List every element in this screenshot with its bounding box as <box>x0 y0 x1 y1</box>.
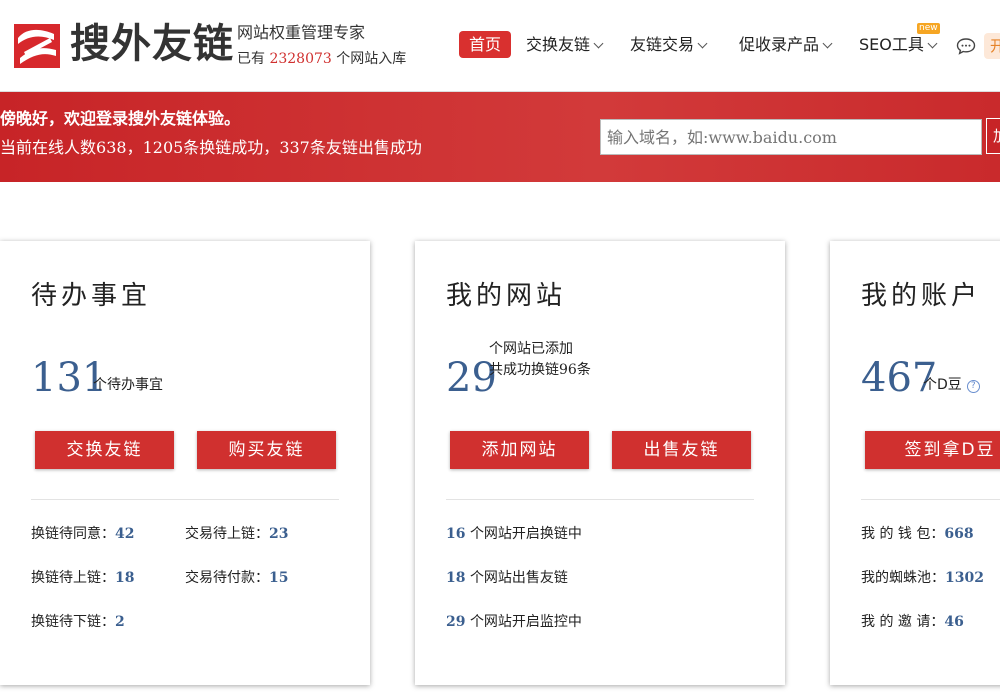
checkin-button[interactable]: 签到拿D豆 <box>865 431 1000 469</box>
nav-indexing-products-label: 促收录产品 <box>739 35 820 54</box>
my-account-card-title: 我的账户 <box>861 281 982 311</box>
stat-label: 我 的 邀 请： <box>861 614 945 630</box>
sites-unit: 个网站已添加 共成功换链96条 <box>489 339 591 381</box>
stat-value: 42 <box>115 526 135 542</box>
divider <box>861 499 1000 500</box>
stat-exchange-pending-link[interactable]: 换链待上链：18 <box>31 568 134 588</box>
site-count-prefix: 已有 <box>237 51 265 67</box>
stat-exchange-pending-approval[interactable]: 换链待同意：42 <box>31 524 134 544</box>
stat-label: 换链待上链： <box>31 570 115 586</box>
stats-mid: 条换链成功， <box>183 138 280 157</box>
todo-card-title: 待办事宜 <box>31 281 152 311</box>
divider <box>31 499 339 500</box>
add-domain-button[interactable]: 加 <box>986 118 1000 154</box>
add-site-button[interactable]: 添加网站 <box>450 431 589 469</box>
chevron-down-icon <box>697 38 708 49</box>
stat-wallet[interactable]: 我 的 钱 包：668 <box>861 524 974 544</box>
stat-label: 换链待下链： <box>31 614 115 630</box>
my-account-card: 我的账户 467 个D豆? 签到拿D豆 我 的 钱 包：668 我的蜘蛛池：13… <box>830 241 1000 685</box>
brand-name[interactable]: 搜外友链 <box>70 18 234 70</box>
stat-value: 46 <box>944 614 964 630</box>
divider <box>446 499 754 500</box>
sites-exchanged-prefix: 共成功换链 <box>489 362 559 378</box>
brand-slogan: 网站权重管理专家 <box>237 23 366 42</box>
nav-exchange-links-label: 交换友链 <box>526 35 591 54</box>
stat-value: 16 <box>446 526 466 542</box>
my-sites-card-title: 我的网站 <box>446 281 567 311</box>
stat-invites[interactable]: 我 的 邀 请：46 <box>861 612 964 632</box>
stat-sites-monitoring[interactable]: 29 个网站开启监控中 <box>446 612 582 632</box>
stat-value: 29 <box>446 614 466 630</box>
stat-label: 我 的 钱 包： <box>861 526 945 542</box>
new-badge: new <box>917 23 940 34</box>
nav-home[interactable]: 首页 <box>459 31 512 58</box>
logo-icon[interactable] <box>14 24 60 68</box>
nav-indexing-products[interactable]: 促收录产品 <box>739 31 833 58</box>
domain-search-input[interactable] <box>600 119 982 155</box>
site-stats: 当前在线人数638，1205条换链成功，337条友链出售成功 <box>0 136 422 160</box>
chevron-down-icon <box>822 38 833 49</box>
stat-label: 我的蜘蛛池： <box>861 570 945 586</box>
site-count-number: 2328073 <box>269 51 332 67</box>
stat-label: 换链待同意： <box>31 526 115 542</box>
nav-link-trade[interactable]: 友链交易 <box>630 31 708 58</box>
stat-label: 个网站开启换链中 <box>469 526 582 542</box>
sell-links-button[interactable]: 出售友链 <box>612 431 751 469</box>
my-sites-card: 我的网站 29 个网站已添加 共成功换链96条 添加网站 出售友链 16 个网站… <box>415 241 785 685</box>
welcome-banner: 傍晚好，欢迎登录搜外友链体验。 当前在线人数638，1205条换链成功，337条… <box>0 92 1000 182</box>
chevron-down-icon <box>593 38 604 49</box>
site-count-text: 已有 2328073 个网站入库 <box>237 48 406 70</box>
todo-unit: 个待办事宜 <box>93 377 163 393</box>
nav-link-trade-label: 友链交易 <box>630 35 695 54</box>
buy-links-button[interactable]: 购买友链 <box>197 431 336 469</box>
stat-value: 1302 <box>945 570 984 586</box>
chevron-down-icon <box>927 38 938 49</box>
sites-added-label: 个网站已添加 <box>489 341 573 357</box>
stat-label: 个网站出售友链 <box>469 570 568 586</box>
stat-spider-pool[interactable]: 我的蜘蛛池：1302 <box>861 568 984 588</box>
nav-exchange-links[interactable]: 交换友链 <box>526 31 604 58</box>
stat-value: 18 <box>115 570 135 586</box>
help-icon[interactable]: ? <box>966 380 980 393</box>
online-count: 638 <box>96 138 127 157</box>
stats-suffix: 条友链出售成功 <box>309 138 422 157</box>
stat-value: 18 <box>446 570 466 586</box>
site-count-suffix: 个网站入库 <box>336 51 407 67</box>
d-bean-unit: 个D豆? <box>923 375 980 395</box>
stat-value: 15 <box>269 570 289 586</box>
stat-value: 2 <box>115 614 125 630</box>
exchange-links-button[interactable]: 交换友链 <box>35 431 174 469</box>
stat-sites-exchanging[interactable]: 16 个网站开启换链中 <box>446 524 582 544</box>
sold-count: 337 <box>279 138 310 157</box>
sites-exchanged-suffix: 条 <box>576 362 591 378</box>
stats-sep: ， <box>126 138 143 157</box>
welcome-message: 傍晚好，欢迎登录搜外友链体验。 <box>0 109 241 128</box>
d-bean-unit-label: 个D豆 <box>923 377 962 393</box>
stat-trade-pending-link[interactable]: 交易待上链：23 <box>185 524 288 544</box>
stat-label: 交易待付款： <box>185 570 269 586</box>
top-header: 搜外友链 网站权重管理专家 已有 2328073 个网站入库 首页 交换友链 友… <box>0 0 1000 92</box>
stat-exchange-pending-unlink[interactable]: 换链待下链：2 <box>31 612 125 632</box>
stat-label: 个网站开启监控中 <box>469 614 582 630</box>
stat-trade-pending-payment[interactable]: 交易待付款：15 <box>185 568 288 588</box>
open-button[interactable]: 开 <box>984 33 1000 59</box>
sites-exchanged-value: 96 <box>559 362 577 378</box>
sites-exchanged-text: 共成功换链96条 <box>489 360 591 381</box>
chat-icon[interactable] <box>956 37 976 55</box>
stat-sites-selling[interactable]: 18 个网站出售友链 <box>446 568 568 588</box>
todo-card: 待办事宜 131 个待办事宜 交换友链 购买友链 换链待同意：42 交易待上链：… <box>0 241 370 685</box>
stat-value: 668 <box>944 526 974 542</box>
stats-prefix: 当前在线人数 <box>0 138 97 157</box>
stat-label: 交易待上链： <box>185 526 269 542</box>
exchange-count: 1205 <box>142 138 184 157</box>
nav-seo-tools[interactable]: SEO工具 <box>859 31 938 58</box>
nav-seo-tools-label: SEO工具 <box>859 35 924 54</box>
stat-value: 23 <box>269 526 289 542</box>
